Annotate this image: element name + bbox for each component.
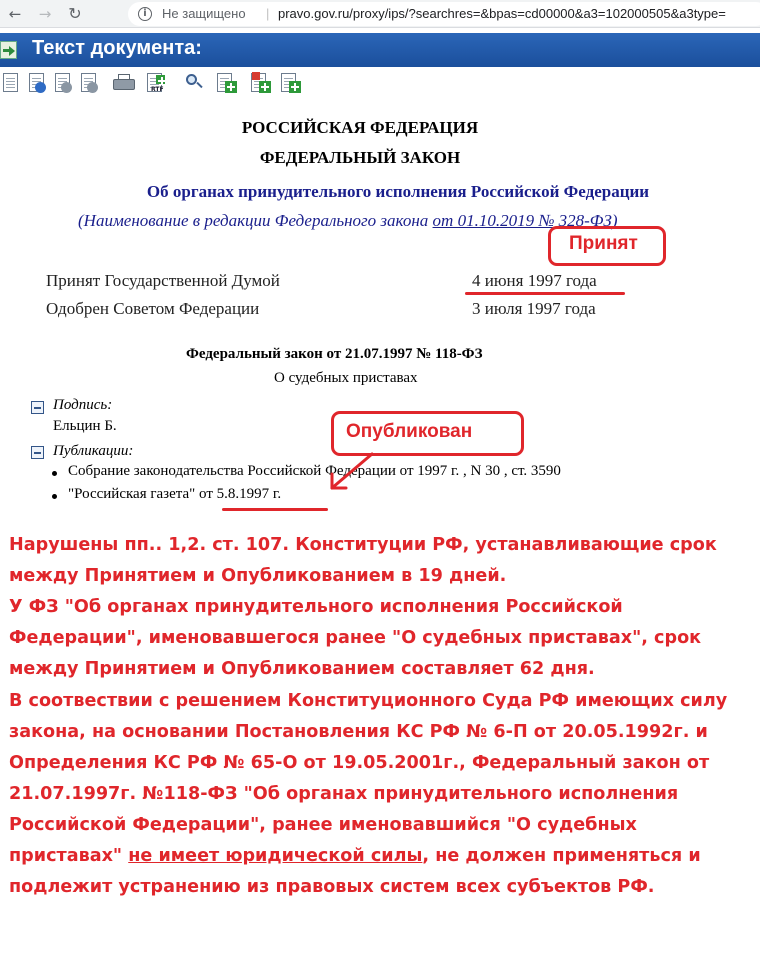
copy-doc-icon[interactable] [0, 71, 24, 97]
info-icon[interactable]: i [138, 7, 152, 21]
law-name: Об органах принудительного исполнения Ро… [146, 182, 650, 201]
address-bar[interactable]: i Не защищено | pravo.gov.ru/proxy/ips/?… [128, 2, 760, 26]
tree-add-icon[interactable] [278, 71, 302, 97]
violation-paragraph: Нарушены пп.. 1,2. ст. 107. Конституции … [9, 535, 717, 679]
browser-toolbar: ← → ↻ i Не защищено | pravo.gov.ru/proxy… [0, 0, 760, 28]
bullet-icon [52, 494, 57, 499]
search-doc-icon[interactable] [182, 71, 206, 97]
published-date-underline [222, 508, 328, 511]
publication-item: Собрание законодательства Российской Фед… [68, 463, 561, 479]
law-type-title: ФЕДЕРАЛЬНЫЙ ЗАКОН [259, 148, 461, 167]
adopted-label: Принят Государственной Думой [46, 271, 280, 290]
rtf-export-icon[interactable]: RTF [144, 71, 168, 97]
address-separator: | [266, 6, 270, 21]
links-doc-icon[interactable] [78, 71, 102, 97]
url-text[interactable]: pravo.gov.ru/proxy/ips/?searchres=&bpas=… [278, 2, 726, 26]
link-doc-icon[interactable] [52, 71, 76, 97]
publications-label: Публикации: [53, 443, 134, 459]
fz-heading: Федеральный закон от 21.07.1997 № 118-ФЗ [186, 346, 483, 362]
no-legal-force-phrase: не имеет юридической силы [128, 846, 423, 866]
conclusion-paragraph: В соотвествии с решением Конституционног… [9, 691, 728, 897]
approved-date: 3 июля 1997 года [472, 299, 596, 318]
info-doc-icon[interactable] [26, 71, 50, 97]
collapse-signature-icon[interactable] [31, 401, 44, 414]
signature-value: Ельцин Б. [53, 418, 117, 434]
adopted-date: 4 июня 1997 года [472, 271, 597, 290]
signature-label: Подпись: [53, 397, 113, 413]
document-arrow-icon[interactable] [0, 41, 17, 59]
fz-subtitle: О судебных приставах [274, 370, 418, 386]
country-title: РОССИЙСКАЯ ФЕДЕРАЦИЯ [241, 118, 479, 137]
document-header: Текст документа: [0, 33, 760, 67]
printer-icon[interactable] [112, 71, 136, 97]
pointer-arrow-icon [330, 452, 374, 490]
arrow-left-icon[interactable]: ← [4, 3, 26, 25]
header-title: Текст документа: [32, 37, 202, 59]
accepted-callout: Принят [569, 233, 638, 254]
collapse-publications-icon[interactable] [31, 446, 44, 459]
arrow-right-icon[interactable]: → [34, 3, 56, 25]
document-toolbar: RTF [0, 70, 760, 100]
accepted-date-underline [465, 292, 625, 295]
bullet-icon [52, 471, 57, 476]
law-name-note: (Наименование в редакции Федерального за… [78, 211, 618, 230]
published-callout: Опубликован [346, 421, 473, 442]
approved-label: Одобрен Советом Федерации [46, 299, 260, 318]
reload-icon[interactable]: ↻ [64, 3, 86, 25]
add-doc-icon[interactable] [214, 71, 238, 97]
security-label: Не защищено [162, 6, 246, 21]
bookmark-add-icon[interactable] [248, 71, 272, 97]
publication-item: "Российская газета" от 5.8.1997 г. [68, 486, 282, 502]
